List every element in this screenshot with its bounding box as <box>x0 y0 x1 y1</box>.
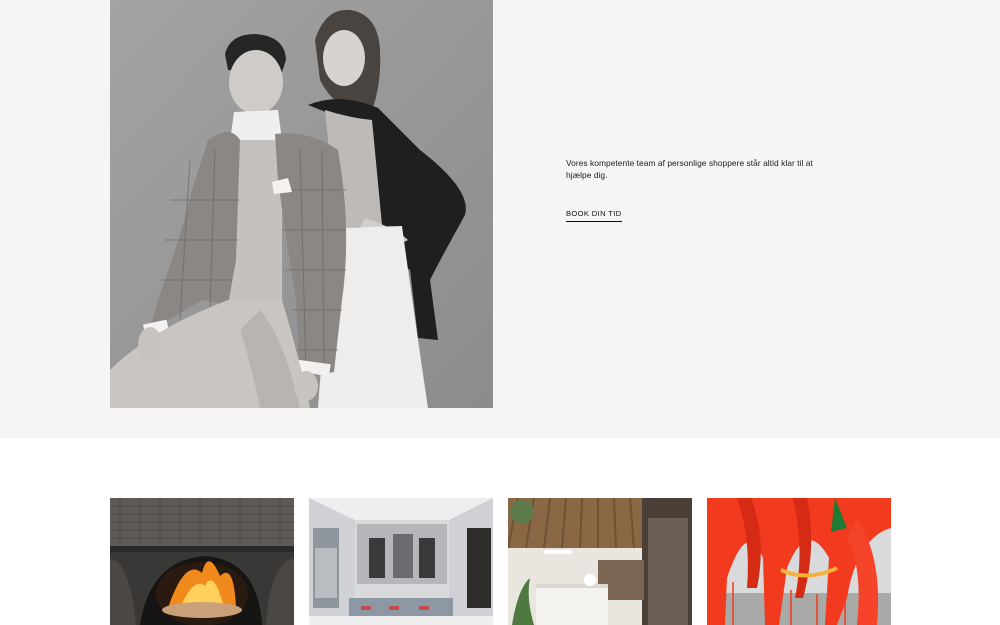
book-appointment-link[interactable]: BOOK DIN TID <box>566 209 622 222</box>
shopper-description: Vores kompetente team af personlige shop… <box>566 157 836 181</box>
personal-shoppers-photo <box>110 0 493 408</box>
feature-tiles <box>110 498 891 625</box>
lobby-image <box>508 498 692 625</box>
store-image <box>309 498 493 625</box>
tile-oven[interactable] <box>110 498 294 625</box>
tile-art[interactable] <box>707 498 891 625</box>
art-image <box>707 498 891 625</box>
oven-image <box>110 498 294 625</box>
tile-lobby[interactable] <box>508 498 692 625</box>
tile-store[interactable] <box>309 498 493 625</box>
description-text: Vores kompetente team af personlige shop… <box>566 158 813 180</box>
shopper-hero-section: Vores kompetente team af personlige shop… <box>0 0 1000 438</box>
